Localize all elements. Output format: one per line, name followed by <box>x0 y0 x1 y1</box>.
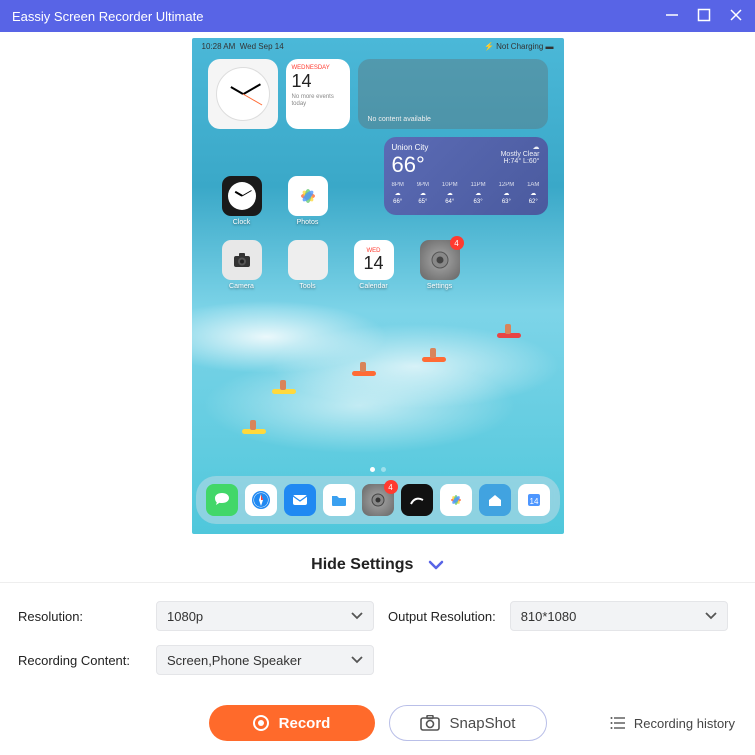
safari-icon <box>245 484 277 516</box>
chevron-down-icon <box>705 611 717 621</box>
recording-content-select[interactable]: Screen,Phone Speaker <box>156 645 374 675</box>
surfer-icon <box>272 378 296 394</box>
output-resolution-select[interactable]: 810*1080 <box>510 601 728 631</box>
snapshot-button[interactable]: SnapShot <box>389 705 547 741</box>
resolution-label: Resolution: <box>18 609 146 624</box>
weather-widget: Union City 66° ☁ Mostly Clear H:74° L:60… <box>384 137 548 215</box>
camera-icon <box>420 715 440 731</box>
calendar-icon: WED 14 <box>354 240 394 280</box>
badge: 4 <box>384 480 398 494</box>
files-icon <box>323 484 355 516</box>
wallpaper-waves <box>192 278 564 474</box>
close-button[interactable] <box>729 8 743 25</box>
chevron-down-icon <box>351 611 363 621</box>
gear-icon: 4 <box>362 484 394 516</box>
bottom-bar: Record SnapShot Recording history <box>0 699 755 755</box>
status-bar: 10:28 AM Wed Sep 14 ⚡ Not Charging ▬ <box>192 38 564 55</box>
mail-icon <box>284 484 316 516</box>
device-preview: 10:28 AM Wed Sep 14 ⚡ Not Charging ▬ WED… <box>0 32 755 544</box>
record-button[interactable]: Record <box>209 705 375 741</box>
recording-content-label: Recording Content: <box>18 653 146 668</box>
clock-icon <box>222 176 262 216</box>
photos-icon <box>440 484 472 516</box>
app-icon: 14 <box>518 484 550 516</box>
surfer-icon <box>497 322 521 338</box>
clock-face-icon <box>216 67 270 121</box>
surfer-icon <box>422 346 446 362</box>
clock-widget <box>208 59 278 129</box>
output-resolution-label: Output Resolution: <box>388 609 496 624</box>
chevron-down-icon <box>351 655 363 665</box>
titlebar: Eassiy Screen Recorder Ultimate <box>0 0 755 32</box>
dock: 4 14 <box>196 476 560 524</box>
app-title: Eassiy Screen Recorder Ultimate <box>12 9 665 24</box>
recording-history-button[interactable]: Recording history <box>610 716 735 731</box>
ipad-screen: 10:28 AM Wed Sep 14 ⚡ Not Charging ▬ WED… <box>192 38 564 534</box>
surfer-icon <box>242 418 266 434</box>
toggle-settings-button[interactable]: Hide Settings <box>0 544 755 582</box>
gear-icon: 4 <box>420 240 460 280</box>
record-icon <box>253 715 269 731</box>
svg-text:14: 14 <box>529 497 538 506</box>
app-photos: Photos <box>288 176 328 226</box>
maximize-button[interactable] <box>697 8 711 25</box>
messages-icon <box>206 484 238 516</box>
photos-icon <box>288 176 328 216</box>
calendar-widget: WEDNESDAY 14 No more events today <box>286 59 350 129</box>
window-controls <box>665 8 743 25</box>
minimize-button[interactable] <box>665 8 679 25</box>
chevron-down-icon <box>428 559 444 571</box>
weather-hours: 8PM☁66° 9PM☁65° 10PM☁64° 11PM☁63° 12PM☁6… <box>392 182 540 205</box>
folder-icon <box>288 240 328 280</box>
app-icon <box>401 484 433 516</box>
widgets-row: WEDNESDAY 14 No more events today No con… <box>192 55 564 133</box>
app-clock: Clock <box>222 176 262 226</box>
page-indicator <box>370 467 386 472</box>
settings-panel: Resolution: 1080p Output Resolution: 810… <box>0 582 755 699</box>
resolution-select[interactable]: 1080p <box>156 601 374 631</box>
surfer-icon <box>352 360 376 376</box>
home-icon <box>479 484 511 516</box>
camera-icon <box>222 240 262 280</box>
empty-widget: No content available <box>358 59 548 129</box>
badge: 4 <box>450 236 464 250</box>
list-icon <box>610 716 626 730</box>
